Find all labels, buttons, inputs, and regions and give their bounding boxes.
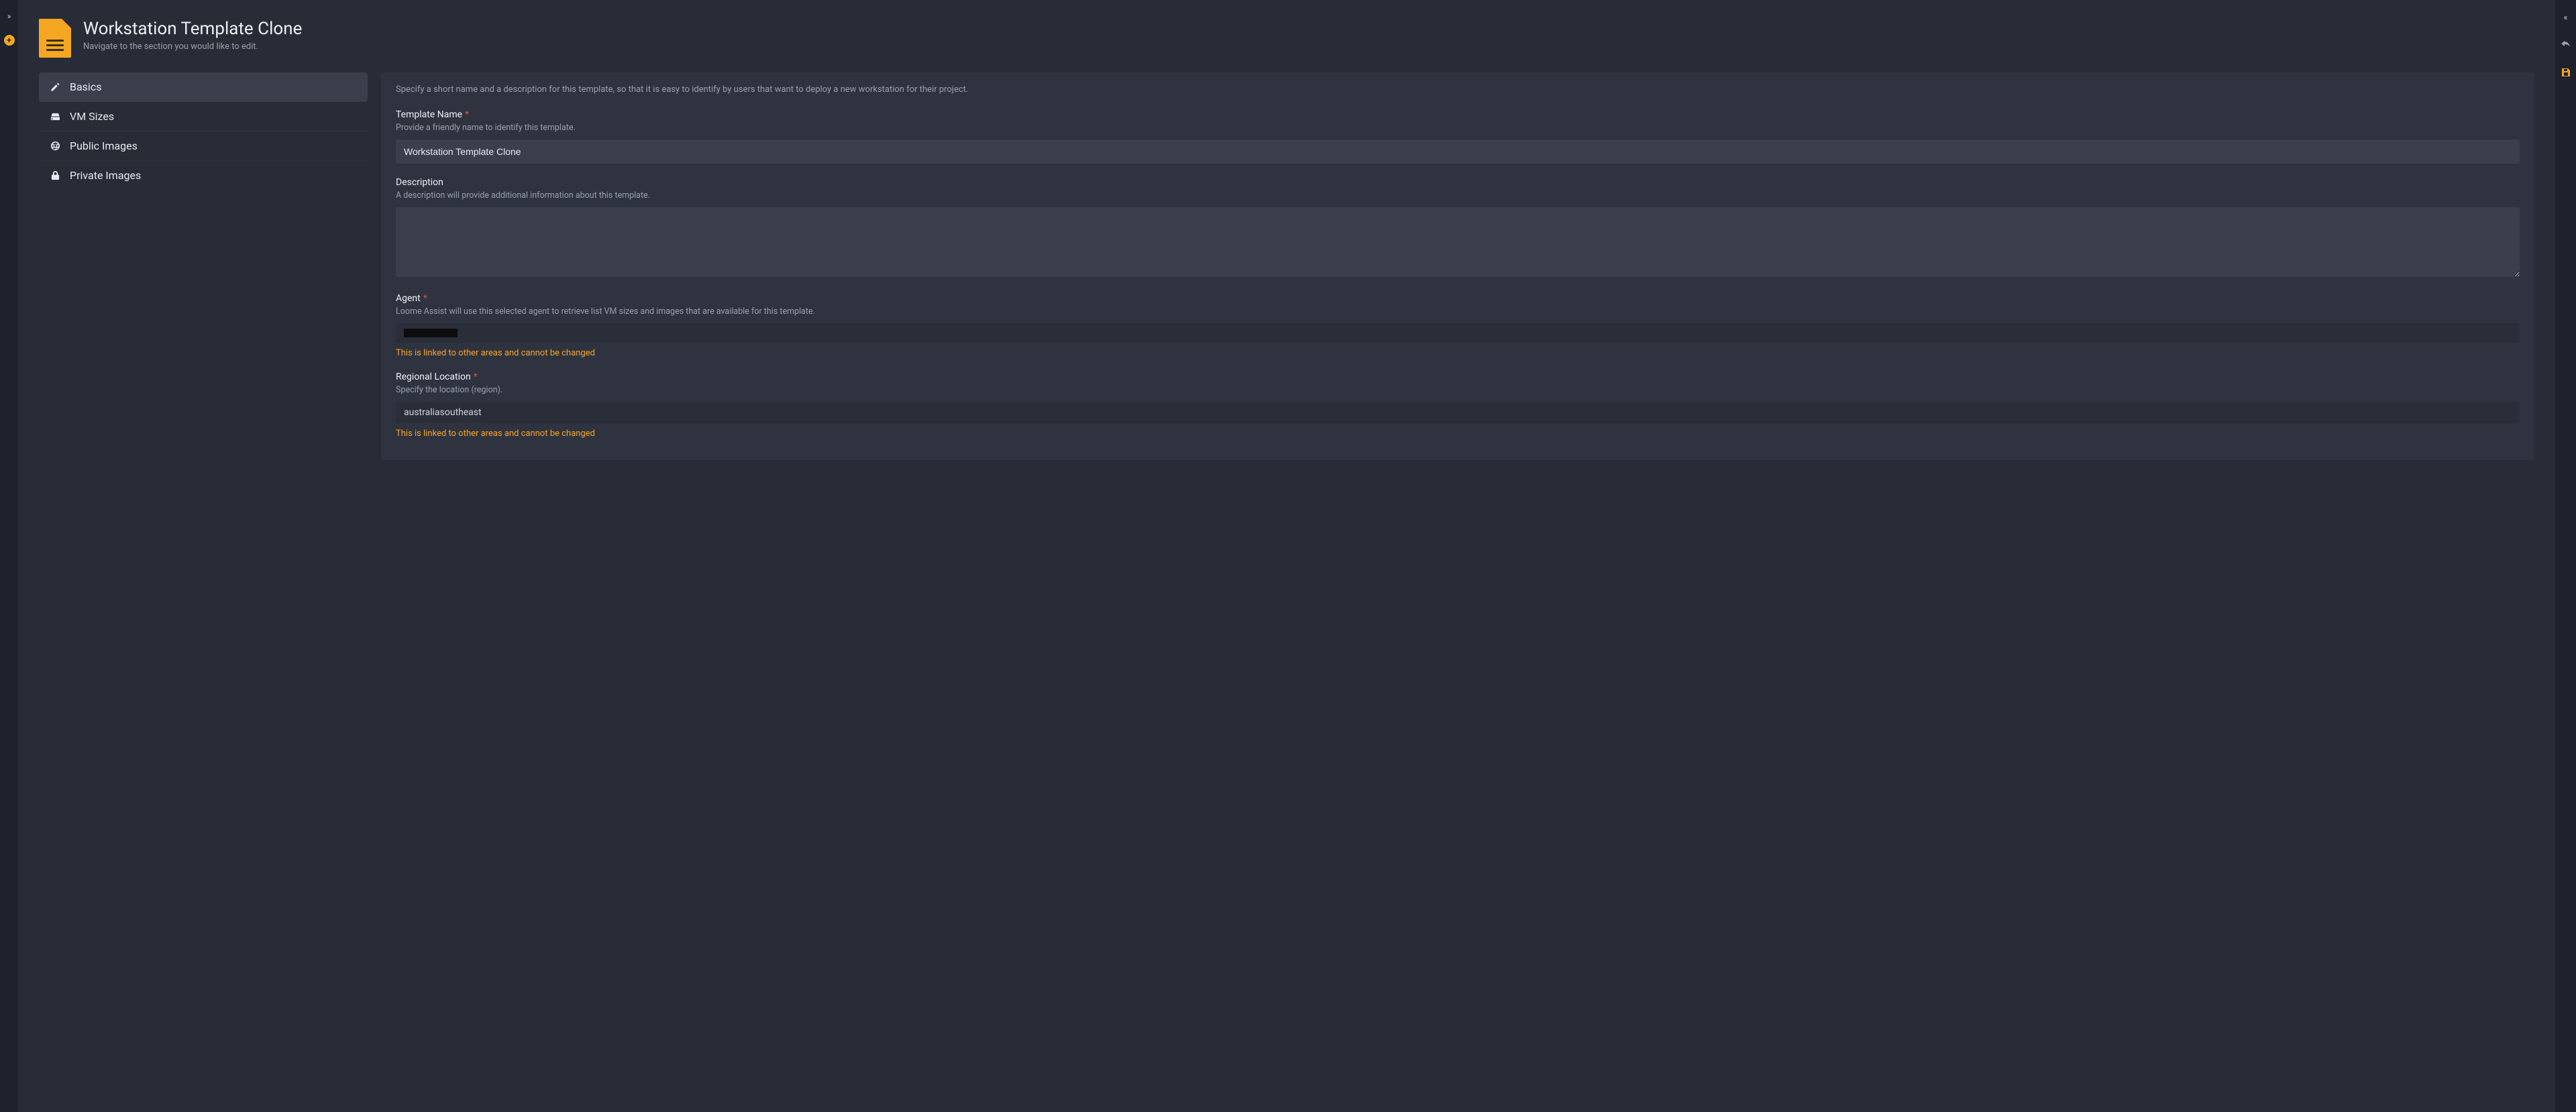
page-header: Workstation Template Clone Navigate to t… (39, 19, 2534, 58)
field-agent: Agent * Loome Assist will use this selec… (396, 293, 2520, 358)
description-help: A description will provide additional in… (396, 190, 2520, 201)
agent-locked-note: This is linked to other areas and cannot… (396, 348, 2520, 358)
field-description: Description A description will provide a… (396, 177, 2520, 280)
field-template-name: Template Name * Provide a friendly name … (396, 109, 2520, 164)
region-locked-value: australiasoutheast (396, 402, 2520, 423)
region-help: Specify the location (region). (396, 385, 2520, 395)
section-nav: Basics VM Sizes Public Images (39, 72, 368, 190)
pencil-icon (50, 82, 60, 93)
right-rail: « (2555, 0, 2576, 1112)
field-regional-location: Regional Location * Specify the location… (396, 372, 2520, 439)
form-panel: Specify a short name and a description f… (381, 72, 2534, 460)
agent-locked-value (396, 323, 2520, 343)
collapse-right-rail-icon[interactable]: « (2564, 13, 2568, 21)
template-name-input[interactable] (396, 140, 2520, 164)
left-rail: » + (0, 0, 19, 1112)
description-label: Description (396, 177, 443, 188)
nav-item-basics[interactable]: Basics (39, 72, 368, 102)
agent-help: Loome Assist will use this selected agen… (396, 307, 2520, 317)
agent-redacted-icon (404, 329, 458, 337)
nav-item-label: Public Images (70, 140, 138, 152)
document-icon (39, 19, 71, 58)
save-icon[interactable] (2561, 67, 2571, 78)
required-marker: * (465, 109, 469, 120)
region-locked-note: This is linked to other areas and cannot… (396, 429, 2520, 439)
nav-item-vm-sizes[interactable]: VM Sizes (39, 102, 368, 131)
nav-item-label: VM Sizes (70, 110, 114, 123)
hdd-icon (50, 111, 60, 122)
lock-icon (50, 170, 60, 181)
region-value: australiasoutheast (404, 407, 482, 418)
nav-item-public-images[interactable]: Public Images (39, 131, 368, 161)
nav-item-private-images[interactable]: Private Images (39, 161, 368, 190)
required-marker: * (423, 293, 427, 304)
template-name-help: Provide a friendly name to identify this… (396, 123, 2520, 133)
agent-label: Agent (396, 293, 421, 304)
required-marker: * (474, 372, 478, 382)
panel-intro: Specify a short name and a description f… (396, 85, 2520, 95)
page-subtitle: Navigate to the section you would like t… (83, 42, 302, 52)
nav-item-label: Basics (70, 80, 101, 93)
main-area: Workstation Template Clone Navigate to t… (19, 0, 2555, 1112)
add-button[interactable]: + (4, 35, 15, 46)
description-input[interactable] (396, 207, 2520, 277)
undo-icon[interactable] (2561, 39, 2571, 50)
globe-icon (50, 141, 60, 152)
region-label: Regional Location (396, 372, 471, 382)
nav-item-label: Private Images (70, 169, 141, 182)
page-title: Workstation Template Clone (83, 19, 302, 39)
expand-left-rail-icon[interactable]: » (7, 12, 11, 20)
template-name-label: Template Name (396, 109, 462, 120)
